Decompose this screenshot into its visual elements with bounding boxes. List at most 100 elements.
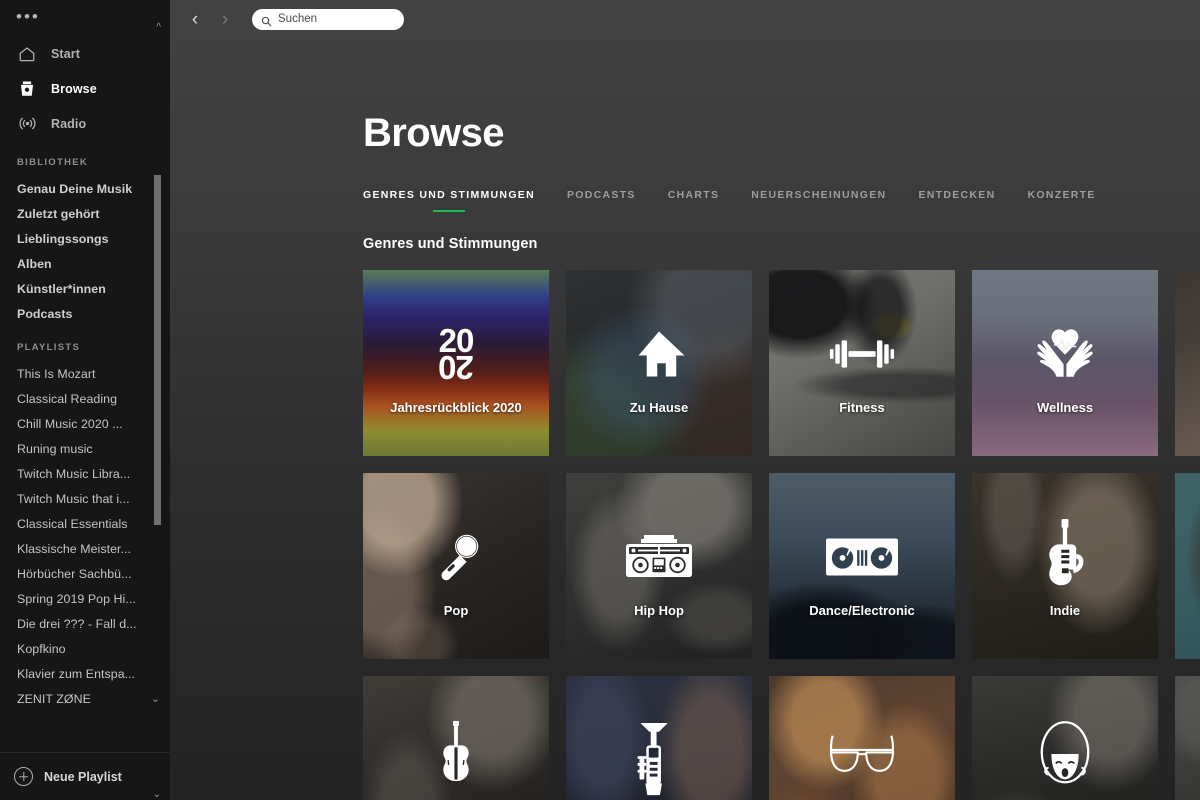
genre-card-hip-hop[interactable]: Hip Hop [566,473,752,659]
overflow-menu-icon[interactable]: ••• [0,0,170,30]
radio-icon [17,114,37,134]
tab-neuerscheinungen[interactable]: NEUERSCHEINUNGEN [751,189,886,212]
library-item-zuletzt-gehoert[interactable]: Zuletzt gehört [0,201,152,226]
playlist-item[interactable]: Twitch Music that i... [0,486,152,511]
browse-tabs: GENRES UND STIMMUNGEN PODCASTS CHARTS NE… [363,189,1200,212]
tab-konzerte[interactable]: KONZERTE [1028,189,1096,212]
genre-grid: 20 20 Jahresrückblick 2020 Zu Hause Fitn… [363,270,1200,800]
afro-face-icon [1029,720,1101,796]
radar-wordmark: RADAR [1175,344,1200,375]
genre-card-label: Hip Hop [634,603,684,618]
app-window: ••• Start Browse Radio BIBLIOTHEK Genau … [0,0,1200,800]
playlist-item[interactable]: Classical Essentials [0,511,152,536]
library-heading: BIBLIOTHEK [17,157,89,168]
trumpet-icon [623,722,695,796]
playlist-item[interactable]: Hörbücher Sachbü... [0,561,152,586]
playlist-item[interactable]: Klavier zum Entspa... [0,661,152,686]
genre-card-label: Fitness [839,400,885,415]
sidebar-item-label: Browse [51,81,97,96]
tab-entdecken[interactable]: ENTDECKEN [918,189,995,212]
playlist-item[interactable]: Die drei ??? - Fall d... [0,611,152,636]
violin-icon [420,720,492,796]
library-item-lieblingssongs[interactable]: Lieblingssongs [0,226,152,251]
genre-card-label: Dance/Electronic [809,603,915,618]
house-icon [623,318,695,390]
library-item-podcasts[interactable]: Podcasts [0,301,152,326]
playlist-item[interactable]: Runing music [0,436,152,461]
forward-button[interactable]: › [212,6,238,32]
genre-card-rnb[interactable] [972,676,1158,800]
primary-nav: Start Browse Radio [0,30,170,141]
turntables-icon [826,521,898,593]
genre-card-dance-electronic[interactable]: Dance/Electronic [769,473,955,659]
genre-card-label: Wellness [1036,400,1094,415]
genre-card-label: RADAR [1175,394,1200,456]
main-content: ‹ › Suchen Browse GENRES UND STIMMUNGEN … [170,0,1200,800]
playlist-item[interactable]: Spring 2019 Pop Hi... [0,586,152,611]
tab-charts[interactable]: CHARTS [668,189,720,212]
sidebar-item-start[interactable]: Start [0,36,170,71]
genre-card-wellness[interactable]: Wellness [972,270,1158,456]
library-item-alben[interactable]: Alben [0,251,152,276]
genre-card-klassik[interactable] [363,676,549,800]
tab-genres-und-stimmungen[interactable]: GENRES UND STIMMUNGEN [363,189,535,212]
genre-card-label: Zu Hause [629,400,689,415]
boombox-icon [623,521,695,593]
playlist-item[interactable]: Twitch Music Libra... [0,461,152,486]
playlists-heading: PLAYLISTS [17,342,81,353]
microphone-icon [420,521,492,593]
genre-card-jahresrueckblick-2020[interactable]: 20 20 Jahresrückblick 2020 [363,270,549,456]
genre-card-alternative[interactable]: Alternative [1175,473,1200,659]
search-placeholder: Suchen [278,13,318,25]
browse-icon [17,79,37,99]
genre-card-metal[interactable] [1175,676,1200,800]
playlist-item[interactable]: Kopfkino [0,636,152,661]
sidebar-item-label: Start [51,46,80,61]
playlist-item[interactable]: Classical Reading [0,386,152,411]
playlist-list: This Is Mozart Classical Reading Chill M… [0,361,170,711]
genre-card-label: Jahresrückblick 2020 [390,400,522,415]
genre-card-zu-hause[interactable]: Zu Hause [566,270,752,456]
sidebar: ••• Start Browse Radio BIBLIOTHEK Genau … [0,0,170,800]
top-bar: ‹ › Suchen [170,0,1200,38]
new-playlist-button[interactable]: Neue Playlist [0,752,170,800]
genre-card-fitness[interactable]: Fitness [769,270,955,456]
sunglasses-icon [826,724,898,796]
playlist-item-label: ZENIT ZØNE [17,691,91,706]
browse-page: Browse GENRES UND STIMMUNGEN PODCASTS CH… [170,113,1200,800]
sidebar-item-label: Radio [51,116,87,131]
scroll-up-icon[interactable]: ^ [156,22,161,33]
playlist-item[interactable]: Klassische Meister... [0,536,152,561]
2020-wordmark-icon: 20 20 [438,321,475,386]
sidebar-scrollbar-thumb[interactable] [154,175,161,525]
plus-circle-icon [14,767,33,786]
sidebar-item-browse[interactable]: Browse [0,71,170,106]
dumbbell-icon [826,318,898,390]
library-item-kuenstlerinnen[interactable]: Künstler*innen [0,276,152,301]
search-icon [261,14,272,26]
library-list: Genau Deine Musik Zuletzt gehört Lieblin… [0,176,170,326]
search-input[interactable]: Suchen [252,8,404,30]
playlist-item[interactable]: Chill Music 2020 ... [0,411,152,436]
genre-card-funk-soul[interactable] [769,676,955,800]
playlist-item[interactable]: This Is Mozart [0,361,152,386]
home-icon [17,44,37,64]
scroll-down-icon[interactable]: ⌄ [153,789,161,800]
sidebar-scrollbar[interactable]: ^ ⌄ [153,0,166,800]
genre-card-radar[interactable]: RADAR RADAR [1175,270,1200,456]
genre-card-label: Indie [1049,603,1081,618]
new-playlist-label: Neue Playlist [44,769,122,784]
library-item-genau-deine-musik[interactable]: Genau Deine Musik [0,176,152,201]
back-button[interactable]: ‹ [182,6,208,32]
genre-card-indie[interactable]: Indie [972,473,1158,659]
genre-card-label: Pop [443,603,469,618]
tab-podcasts[interactable]: PODCASTS [567,189,636,212]
electric-guitar-icon [1029,518,1101,593]
genre-card-jazz[interactable] [566,676,752,800]
playlist-item-zenit-zone[interactable]: ZENIT ZØNE ⌄ [0,686,170,711]
section-title: Genres und Stimmungen [363,236,538,252]
genre-card-label: Alternative [1175,597,1200,659]
genre-card-pop[interactable]: Pop [363,473,549,659]
page-title: Browse [363,111,505,155]
sidebar-item-radio[interactable]: Radio [0,106,170,141]
